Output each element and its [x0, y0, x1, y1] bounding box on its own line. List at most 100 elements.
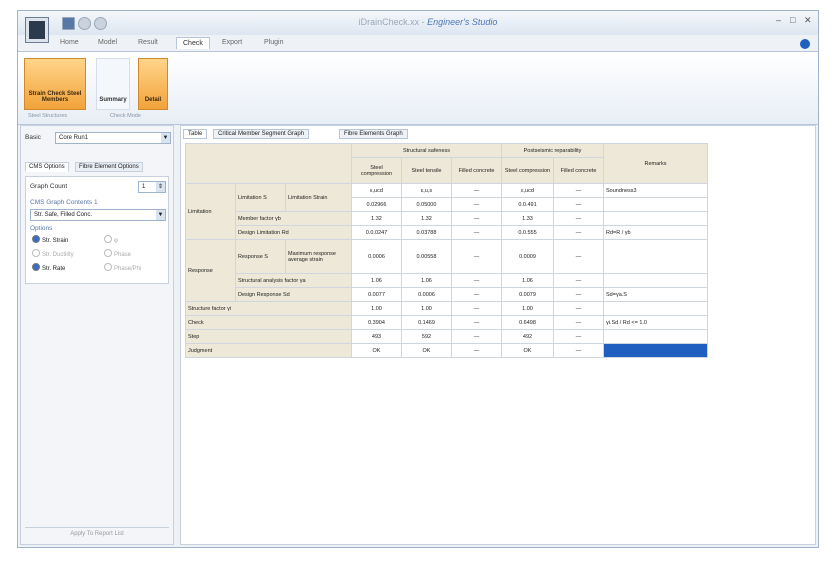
- tab-export[interactable]: Export: [222, 39, 242, 46]
- selected-cell[interactable]: [603, 343, 708, 358]
- cell: 0.1469: [401, 315, 452, 330]
- chevron-down-icon[interactable]: ▼: [161, 133, 170, 143]
- radio-dot-icon: [104, 263, 112, 271]
- redo-icon[interactable]: [94, 17, 107, 30]
- header-filled-concrete-2: Filled concrete: [553, 157, 604, 184]
- radio-phi[interactable]: φ: [104, 235, 118, 244]
- cell: OK: [501, 343, 554, 358]
- row-label-struct-analysis: Structural analysis factor γa: [235, 273, 352, 288]
- cell: 0.0006: [351, 239, 402, 274]
- cell-remark: [603, 329, 708, 344]
- row-label-limitation: Limitation: [185, 183, 236, 240]
- cell: —: [553, 343, 604, 358]
- graph-count-value: 1: [142, 184, 146, 190]
- table-row: Design Response Sd 0.0077 0.0006 — 0.007…: [186, 287, 708, 302]
- tab-cms-options[interactable]: CMS Options: [25, 162, 69, 172]
- undo-icon[interactable]: [78, 17, 91, 30]
- maximize-icon[interactable]: □: [790, 15, 795, 25]
- minimize-icon[interactable]: –: [776, 15, 781, 25]
- cell: —: [451, 197, 502, 212]
- cell: 0.0.555: [501, 225, 554, 240]
- ribbon: Strain Check Steel Members Summary Detai…: [18, 51, 818, 125]
- cell: 493: [351, 329, 402, 344]
- cell: —: [553, 225, 604, 240]
- result-table: Structural safeness Postseismic reparabi…: [185, 143, 708, 358]
- cell-remark: [603, 239, 708, 274]
- cell: OK: [401, 343, 452, 358]
- tab-table[interactable]: Table: [183, 129, 208, 139]
- row-label-limitation-s: Limitation S: [235, 183, 286, 212]
- strain-check-button[interactable]: Strain Check Steel Members: [24, 58, 86, 110]
- cell: —: [451, 329, 502, 344]
- detail-label: Detail: [144, 97, 162, 103]
- cell: —: [553, 211, 604, 226]
- cell: —: [553, 329, 604, 344]
- row-label-design-response: Design Response Sd: [235, 287, 352, 302]
- radio-str-rate[interactable]: Str. Rate: [32, 263, 65, 272]
- ribbon-tabs: Home Model Result Check Export Plugin: [18, 37, 818, 51]
- cell: 1.32: [351, 211, 402, 226]
- app-window: iDrainCheck.xx - Engineer's Studio – □ ✕…: [17, 10, 819, 548]
- summary-button[interactable]: Summary: [96, 58, 130, 110]
- chevron-down-icon[interactable]: ▼: [156, 210, 165, 220]
- radio-str-ductility-label: Str. Ductility: [42, 252, 74, 258]
- tab-fibre-element-options[interactable]: Fibre Element Options: [75, 162, 143, 172]
- options-label: Options: [30, 225, 53, 232]
- tab-critical-member-graph[interactable]: Critical Member Segment Graph: [213, 129, 310, 139]
- radio-str-strain[interactable]: Str. Strain: [32, 235, 68, 244]
- radio-phase-phi[interactable]: Phase/Phi: [104, 263, 141, 272]
- table-row: Limitation Limitation S Limitation Strai…: [185, 183, 708, 240]
- table-row: Response Response S Maximum response ave…: [185, 239, 708, 302]
- tab-check[interactable]: Check: [176, 37, 210, 49]
- radio-dot-icon: [104, 249, 112, 257]
- header-filled-concrete: Filled concrete: [451, 157, 502, 184]
- stepper-icon[interactable]: ⇕: [156, 182, 165, 192]
- graph-contents-select[interactable]: Str. Safe, Filled Conc. ▼: [30, 209, 166, 221]
- help-icon[interactable]: [800, 39, 810, 49]
- tab-home[interactable]: Home: [60, 39, 79, 46]
- radio-phase[interactable]: Phase: [104, 249, 131, 258]
- save-icon[interactable]: [62, 17, 75, 30]
- cell-remark: Sd=γa.S: [603, 287, 708, 302]
- detail-button[interactable]: Detail: [138, 58, 168, 110]
- cell: —: [553, 301, 604, 316]
- table-row: Judgment OK OK — OK —: [185, 343, 708, 358]
- cell: —: [451, 239, 502, 274]
- radio-dot-icon: [32, 235, 40, 243]
- cell: ε,ucd: [351, 183, 402, 198]
- cell: 0.03788: [401, 225, 452, 240]
- cell: —: [451, 343, 502, 358]
- group-label-check-mode: Check Mode: [110, 113, 141, 119]
- cell: —: [553, 239, 604, 274]
- cell: 0.0079: [501, 287, 554, 302]
- cell: —: [451, 211, 502, 226]
- radio-phase-label: Phase: [114, 252, 132, 258]
- cell: ε,u,s: [401, 183, 452, 198]
- cell: 0.0077: [351, 287, 402, 302]
- cell: 1.32: [401, 211, 452, 226]
- summary-label: Summary: [99, 97, 127, 103]
- cell: —: [451, 273, 502, 288]
- tab-plugin[interactable]: Plugin: [264, 39, 283, 46]
- cell: —: [451, 315, 502, 330]
- row-label-response-s: Response S: [235, 239, 286, 274]
- tab-model[interactable]: Model: [98, 39, 117, 46]
- radio-str-strain-label: Str. Strain: [42, 238, 69, 244]
- header-steel-tensile: Steel tensile: [401, 157, 452, 184]
- basic-select[interactable]: Core Run1 ▼: [55, 132, 171, 144]
- table-row: Structural safeness Postseismic reparabi…: [185, 143, 708, 184]
- tab-fibre-elements-graph[interactable]: Fibre Elements Graph: [339, 129, 408, 139]
- close-icon[interactable]: ✕: [804, 15, 812, 26]
- result-panel: Table Critical Member Segment Graph Fibr…: [180, 125, 816, 545]
- radio-phase-phi-label: Phase/Phi: [114, 266, 142, 272]
- graph-count-label: Graph Count: [30, 183, 68, 190]
- cell-remark: Soundness3: [603, 183, 708, 198]
- radio-str-ductility[interactable]: Str. Ductility: [32, 249, 74, 258]
- cell: —: [451, 225, 502, 240]
- cell-remark: Rd=R / γb: [603, 225, 708, 240]
- graph-count-stepper[interactable]: 1 ⇕: [138, 181, 166, 193]
- window-title-app: iDrainCheck.xx: [358, 17, 420, 27]
- apply-to-report-button[interactable]: Apply To Report List: [25, 527, 169, 540]
- left-panel: Basic Core Run1 ▼ CMS Options Fibre Elem…: [20, 125, 174, 545]
- tab-result[interactable]: Result: [138, 39, 158, 46]
